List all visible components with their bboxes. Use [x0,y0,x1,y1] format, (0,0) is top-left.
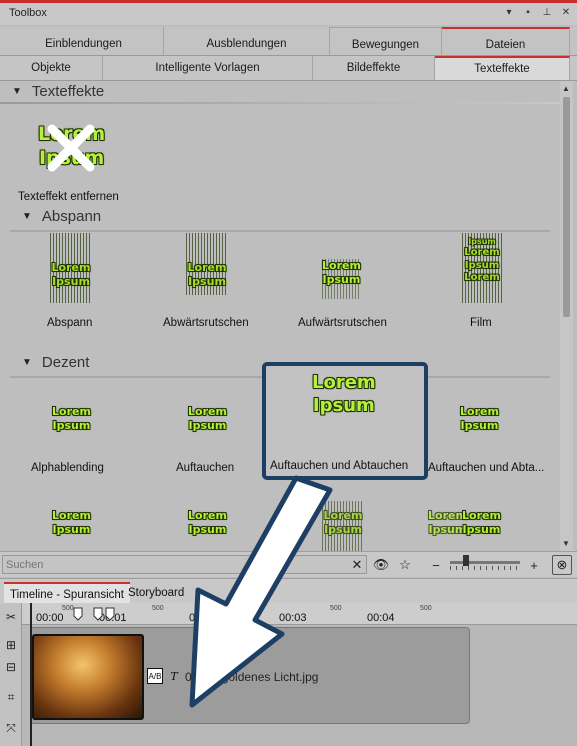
maximize-icon[interactable]: ▪ [523,7,533,19]
zoom-reset-icon[interactable]: ⊗ [552,555,572,575]
item-label: Auftauchen und Abtauchen [270,460,409,472]
item-label: Film [470,317,492,329]
section-abspann[interactable]: ▼ Abspann [22,208,101,225]
item-label: Alphablending [31,462,104,474]
highlighted-effect-auftauchen-und-abtauchen[interactable]: Lorem Ipsum Auftauchen und Abtauchen [262,362,428,480]
scroll-thumb[interactable] [563,97,570,317]
tab-row-2: Objekte Intelligente Vorlagen Bildeffekt… [0,56,577,81]
window-controls: ▾ ▪ ⊥ ✕ [504,7,571,19]
remove-x-icon [47,124,95,172]
ruler-sub-tick: 500 [152,605,164,612]
tab-row-1: Einblendungen Ausblendungen Bewegungen D… [0,27,577,56]
tab-dateien[interactable]: Dateien [442,27,570,55]
scroll-up-icon[interactable]: ▲ [562,84,570,93]
item-label: Texteffekt entfernen [18,191,119,203]
timeline-tools: ✂ ⊞ ⊟ ⌗ ⤧ [0,603,22,746]
ruler-sub-tick: 500 [420,605,432,612]
effect-thumb-auftauchen-abtauchen: Lorem Ipsum [312,372,376,416]
cut-icon[interactable]: ✂ [3,609,19,625]
effect-thumb-film[interactable]: Ipsum Lorem Ipsum Lorem [462,233,502,303]
tab-timeline-spuransicht[interactable]: Timeline - Spuransicht [4,582,130,604]
ruler-time: 00:00 [36,612,64,624]
star-icon[interactable]: ☆ [395,555,415,575]
ruler-sub-tick: 500 [330,605,342,612]
effect-thumb-aufwaertsrutschen[interactable]: Lorem Ipsum [322,259,361,299]
ab-transition-icon[interactable]: A/B [147,668,163,684]
collapse-arrow-icon[interactable]: ▼ [12,86,22,97]
zoom-slider-ticks [450,566,520,570]
section-texteffekte[interactable]: ▼ Texteffekte [12,83,104,100]
close-icon[interactable]: ✕ [561,7,571,19]
collapse-arrow-icon[interactable]: ▼ [22,211,32,222]
item-label: Auftauchen und Abta... [428,462,545,474]
search-bar: ✕ 👁 ☆ − + ⊗ [0,551,577,577]
group-icon[interactable]: ⊞ [3,637,19,653]
effect-thumb-alphablending[interactable]: Lorem Ipsum [52,405,91,433]
expand-icon[interactable]: ⤧ [3,720,19,736]
section-dezent[interactable]: ▼ Dezent [22,354,89,371]
menu-dropdown-icon[interactable]: ▾ [504,7,514,19]
time-ruler[interactable]: 00:00 00:01 00:02 00:03 00:04 500 500 50… [22,603,577,625]
effect-thumb-auftauchen[interactable]: Lorem Ipsum [188,405,227,433]
ruler-time: 00:02 [189,612,217,624]
section-title: Dezent [41,354,90,371]
tab-ausblendungen[interactable]: Ausblendungen [164,27,330,55]
eye-icon[interactable]: 👁 [371,555,391,575]
zoom-in-icon[interactable]: + [524,555,544,575]
text-effect-icon[interactable]: T [166,668,182,684]
tab-texteffekte[interactable]: Texteffekte [435,56,570,80]
zoom-slider[interactable] [450,561,520,564]
window-title: Toolbox [9,7,47,19]
item-label: Aufwärtsrutschen [298,317,387,329]
clip-label: 00:05, goldenes Licht.jpg [185,670,319,684]
section-divider [10,230,550,232]
ruler-time: 00:03 [279,612,307,624]
window-titlebar: Toolbox ▾ ▪ ⊥ ✕ [0,3,577,25]
tab-objekte[interactable]: Objekte [0,56,103,80]
effect-thumb-abwaertsrutschen[interactable]: Lorem Ipsum [186,233,228,295]
pin-icon[interactable]: ⊥ [542,7,552,19]
ungroup-icon[interactable]: ⊟ [3,659,19,675]
scroll-down-icon[interactable]: ▼ [562,539,570,548]
tab-einblendungen[interactable]: Einblendungen [4,27,164,55]
section-title: Abspann [41,208,102,225]
effect-thumb-abspann[interactable]: Lorem Ipsum [50,233,92,303]
tab-storyboard[interactable]: Storyboard [122,582,190,604]
collapse-arrow-icon[interactable]: ▼ [22,357,32,368]
fit-icon[interactable]: ⌗ [3,689,19,705]
playhead[interactable] [30,603,32,746]
effect-thumb[interactable]: Lorem Ipsum [52,509,91,537]
tab-bildeffekte[interactable]: Bildeffekte [313,56,435,80]
tab-bewegungen[interactable]: Bewegungen [330,27,442,55]
search-input[interactable] [2,555,367,574]
effect-thumb[interactable]: Lorem Ipsum [462,509,501,537]
zoom-out-icon[interactable]: − [426,555,446,575]
item-label: Abwärtsrutschen [163,317,249,329]
marker-handles-icon[interactable] [72,606,120,622]
effect-thumb[interactable]: Lorem Ipsum [188,509,227,537]
item-label: Abspann [47,317,93,329]
section-title: Texteffekte [31,83,105,100]
item-label: Auftauchen [176,462,235,474]
vertical-scrollbar[interactable]: ▲ ▼ [560,81,573,551]
ruler-time: 00:04 [367,612,395,624]
clip-thumbnail[interactable] [32,634,144,720]
effect-thumb[interactable]: Lorem Ipsum [322,501,364,551]
clear-search-icon[interactable]: ✕ [347,555,367,575]
effects-panel: ▼ Texteffekte Lorem Ipsum Texteffekt entf… [0,81,560,551]
effect-thumb-auftauchen-abta[interactable]: Lorem Ipsum [460,405,499,433]
zoom-slider-knob[interactable] [463,555,469,566]
tab-intelligente-vorlagen[interactable]: Intelligente Vorlagen [103,56,313,80]
timeline-tabs: Timeline - Spuransicht Storyboard [0,578,577,604]
section-divider [0,102,560,104]
